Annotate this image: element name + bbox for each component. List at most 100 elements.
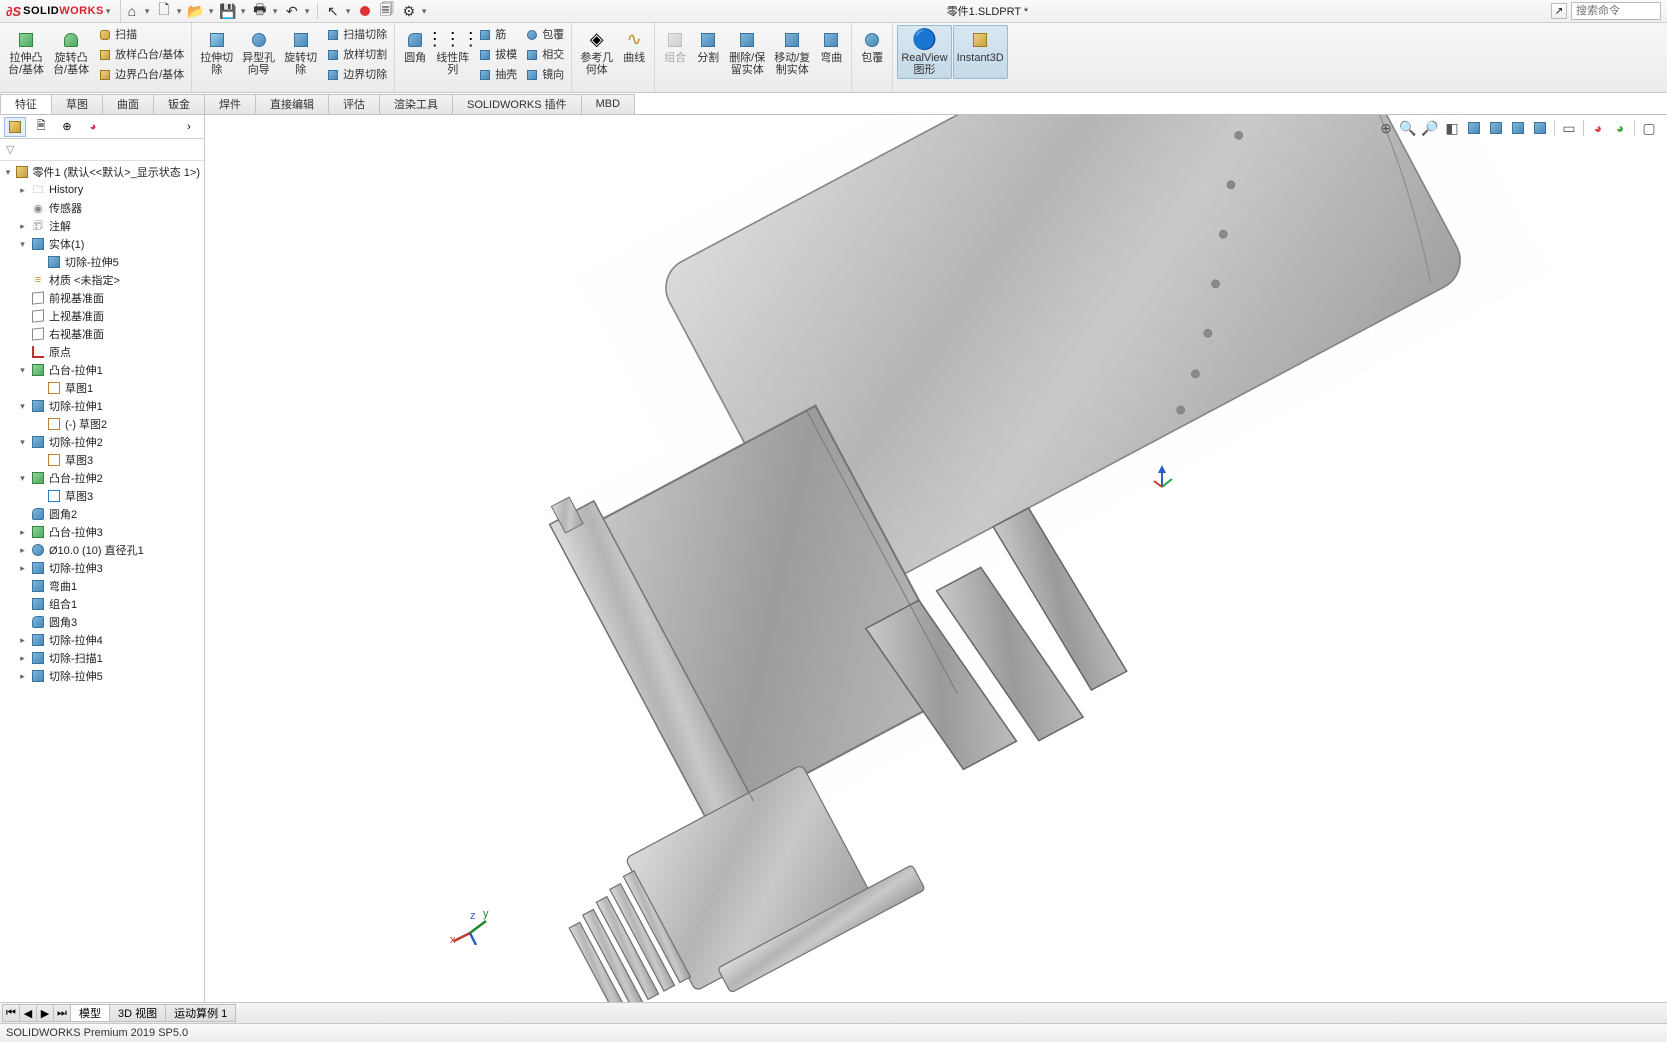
revolve-boss-button[interactable]: 旋转凸 台/基体 bbox=[49, 25, 93, 85]
section-view-icon[interactable]: ◧ bbox=[1442, 118, 1462, 138]
tree-node[interactable]: ▾切除-拉伸2 bbox=[0, 433, 204, 451]
extrude-boss-button[interactable]: 拉伸凸 台/基体 bbox=[4, 25, 48, 85]
tree-node[interactable]: 草图1 bbox=[0, 379, 204, 397]
revolve-cut-button[interactable]: 旋转切 除 bbox=[280, 25, 321, 85]
tree-node[interactable]: 草图3 bbox=[0, 451, 204, 469]
expand-icon[interactable]: ▾ bbox=[18, 239, 27, 250]
expand-icon[interactable]: ▸ bbox=[18, 653, 27, 664]
expand-icon[interactable]: ▾ bbox=[18, 365, 27, 376]
tree-node[interactable]: 圆角2 bbox=[0, 505, 204, 523]
rib-button[interactable]: 筋 bbox=[474, 25, 520, 45]
tab-model[interactable]: 模型 bbox=[70, 1004, 110, 1022]
tree-node[interactable]: 弯曲1 bbox=[0, 577, 204, 595]
chevron-down-icon[interactable]: ▾ bbox=[175, 6, 185, 17]
viewport-icon[interactable]: ▢ bbox=[1639, 118, 1659, 138]
tree-node[interactable]: 原点 bbox=[0, 343, 204, 361]
tree-node[interactable]: ▸切除-拉伸3 bbox=[0, 559, 204, 577]
document-props-icon[interactable]: 🗐 bbox=[376, 0, 398, 22]
draft-button[interactable]: 拔模 bbox=[474, 45, 520, 65]
appearance-icon[interactable] bbox=[1530, 118, 1550, 138]
tab-nav-first[interactable]: ⏮ bbox=[2, 1004, 20, 1022]
zoom-fit-icon[interactable]: ⊕ bbox=[1376, 118, 1396, 138]
mirror-button[interactable]: 镜向 bbox=[521, 65, 567, 85]
hide-show-icon[interactable] bbox=[1508, 118, 1528, 138]
panel-collapse-icon[interactable]: › bbox=[178, 117, 200, 137]
shell-button[interactable]: 抽壳 bbox=[474, 65, 520, 85]
options-icon[interactable]: ⚙ bbox=[398, 0, 420, 22]
tab-nav-last[interactable]: ⏭ bbox=[53, 1004, 71, 1022]
render-tools-icon[interactable]: ◕ bbox=[1588, 118, 1608, 138]
property-manager-tab-icon[interactable]: 🗎 bbox=[30, 117, 52, 137]
expand-icon[interactable]: ▸ bbox=[18, 527, 27, 538]
chevron-down-icon[interactable]: ▾ bbox=[420, 6, 430, 17]
render-tools2-icon[interactable]: ◕ bbox=[1610, 118, 1630, 138]
extrude-cut-button[interactable]: 拉伸切 除 bbox=[196, 25, 237, 85]
zoom-prev-icon[interactable]: 🔎 bbox=[1420, 118, 1440, 138]
boundary-boss-button[interactable]: 边界凸台/基体 bbox=[94, 65, 187, 85]
curves-button[interactable]: ∿曲线 bbox=[618, 25, 650, 79]
scene-icon[interactable]: ▭ bbox=[1559, 118, 1579, 138]
chevron-down-icon[interactable]: ▾ bbox=[344, 6, 354, 17]
rebuild-icon[interactable] bbox=[354, 0, 376, 22]
hole-wizard-button[interactable]: 异型孔 向导 bbox=[238, 25, 279, 85]
cmdtab-sheetmetal[interactable]: 钣金 bbox=[153, 94, 205, 114]
cmdtab-features[interactable]: 特征 bbox=[0, 94, 52, 114]
intersect-button[interactable]: 相交 bbox=[521, 45, 567, 65]
feature-tree-tab-icon[interactable] bbox=[4, 117, 26, 137]
chevron-down-icon[interactable]: ▾ bbox=[143, 6, 153, 17]
display-manager-tab-icon[interactable]: ◕ bbox=[82, 117, 104, 137]
tree-node[interactable]: ▸Ø10.0 (10) 直径孔1 bbox=[0, 541, 204, 559]
tree-node[interactable]: ▸切除-扫描1 bbox=[0, 649, 204, 667]
wrap2-button[interactable]: 包覆 bbox=[856, 25, 888, 67]
home-icon[interactable]: ⌂ bbox=[121, 0, 143, 22]
wrap-button[interactable]: 包覆 bbox=[521, 25, 567, 45]
tree-node[interactable]: ▾凸台-拉伸2 bbox=[0, 469, 204, 487]
chevron-down-icon[interactable]: ▾ bbox=[271, 6, 281, 17]
zoom-area-icon[interactable]: 🔍 bbox=[1398, 118, 1418, 138]
tree-node[interactable]: 切除-拉伸5 bbox=[0, 253, 204, 271]
delete-keep-button[interactable]: 删除/保 留实体 bbox=[725, 25, 769, 79]
undo-icon[interactable]: ↶ bbox=[281, 0, 303, 22]
view-triad[interactable]: y x z bbox=[450, 905, 490, 945]
expand-icon[interactable]: ▸ bbox=[18, 221, 27, 232]
open-icon[interactable]: 📂 bbox=[185, 0, 207, 22]
save-icon[interactable]: 💾 bbox=[217, 0, 239, 22]
cmdtab-mbd[interactable]: MBD bbox=[581, 94, 635, 114]
view-orient-icon[interactable] bbox=[1464, 118, 1484, 138]
tree-node[interactable]: (-) 草图2 bbox=[0, 415, 204, 433]
config-manager-tab-icon[interactable]: ⊕ bbox=[56, 117, 78, 137]
sweep-cut-button[interactable]: 扫描切除 bbox=[322, 25, 390, 45]
tree-node[interactable]: 圆角3 bbox=[0, 613, 204, 631]
tree-node[interactable]: ▾凸台-拉伸1 bbox=[0, 361, 204, 379]
combine-button[interactable]: 组合 bbox=[659, 25, 691, 79]
cmdtab-addins[interactable]: SOLIDWORKS 插件 bbox=[452, 94, 582, 114]
tree-node[interactable]: ▾实体(1) bbox=[0, 235, 204, 253]
tree-node[interactable]: 右视基准面 bbox=[0, 325, 204, 343]
tree-node[interactable]: 上视基准面 bbox=[0, 307, 204, 325]
tab-nav-next[interactable]: ▶ bbox=[36, 1004, 54, 1022]
cmdtab-render[interactable]: 渲染工具 bbox=[379, 94, 453, 114]
print-icon[interactable]: 🖶 bbox=[249, 0, 271, 22]
flex-button[interactable]: 弯曲 bbox=[815, 25, 847, 79]
expand-icon[interactable]: ▸ bbox=[18, 563, 27, 574]
tree-node[interactable]: 组合1 bbox=[0, 595, 204, 613]
collapse-icon[interactable]: ▾ bbox=[4, 167, 12, 178]
expand-icon[interactable]: ▸ bbox=[18, 671, 27, 682]
expand-icon[interactable]: ▾ bbox=[18, 473, 27, 484]
realview-button[interactable]: 🔵RealView 图形 bbox=[897, 25, 951, 79]
move-copy-button[interactable]: 移动/复 制实体 bbox=[770, 25, 814, 79]
new-icon[interactable]: 🗋 bbox=[153, 0, 175, 22]
expand-icon[interactable]: ▸ bbox=[18, 185, 27, 196]
linear-pattern-button[interactable]: ⋮⋮⋮线性阵 列 bbox=[432, 25, 473, 85]
expand-icon[interactable]: ▸ bbox=[18, 545, 27, 556]
search-input[interactable] bbox=[1571, 2, 1661, 20]
cmdtab-directedit[interactable]: 直接编辑 bbox=[255, 94, 329, 114]
tree-node[interactable]: ▸凸台-拉伸3 bbox=[0, 523, 204, 541]
display-style-icon[interactable] bbox=[1486, 118, 1506, 138]
instant3d-button[interactable]: Instant3D bbox=[953, 25, 1008, 79]
tree-node[interactable]: 草图3 bbox=[0, 487, 204, 505]
search-toggle-icon[interactable]: ↗ bbox=[1551, 3, 1567, 19]
tree-node[interactable]: ≡材质 <未指定> bbox=[0, 271, 204, 289]
select-icon[interactable]: ↖ bbox=[322, 0, 344, 22]
graphics-viewport[interactable]: y x z bbox=[205, 115, 1667, 1022]
